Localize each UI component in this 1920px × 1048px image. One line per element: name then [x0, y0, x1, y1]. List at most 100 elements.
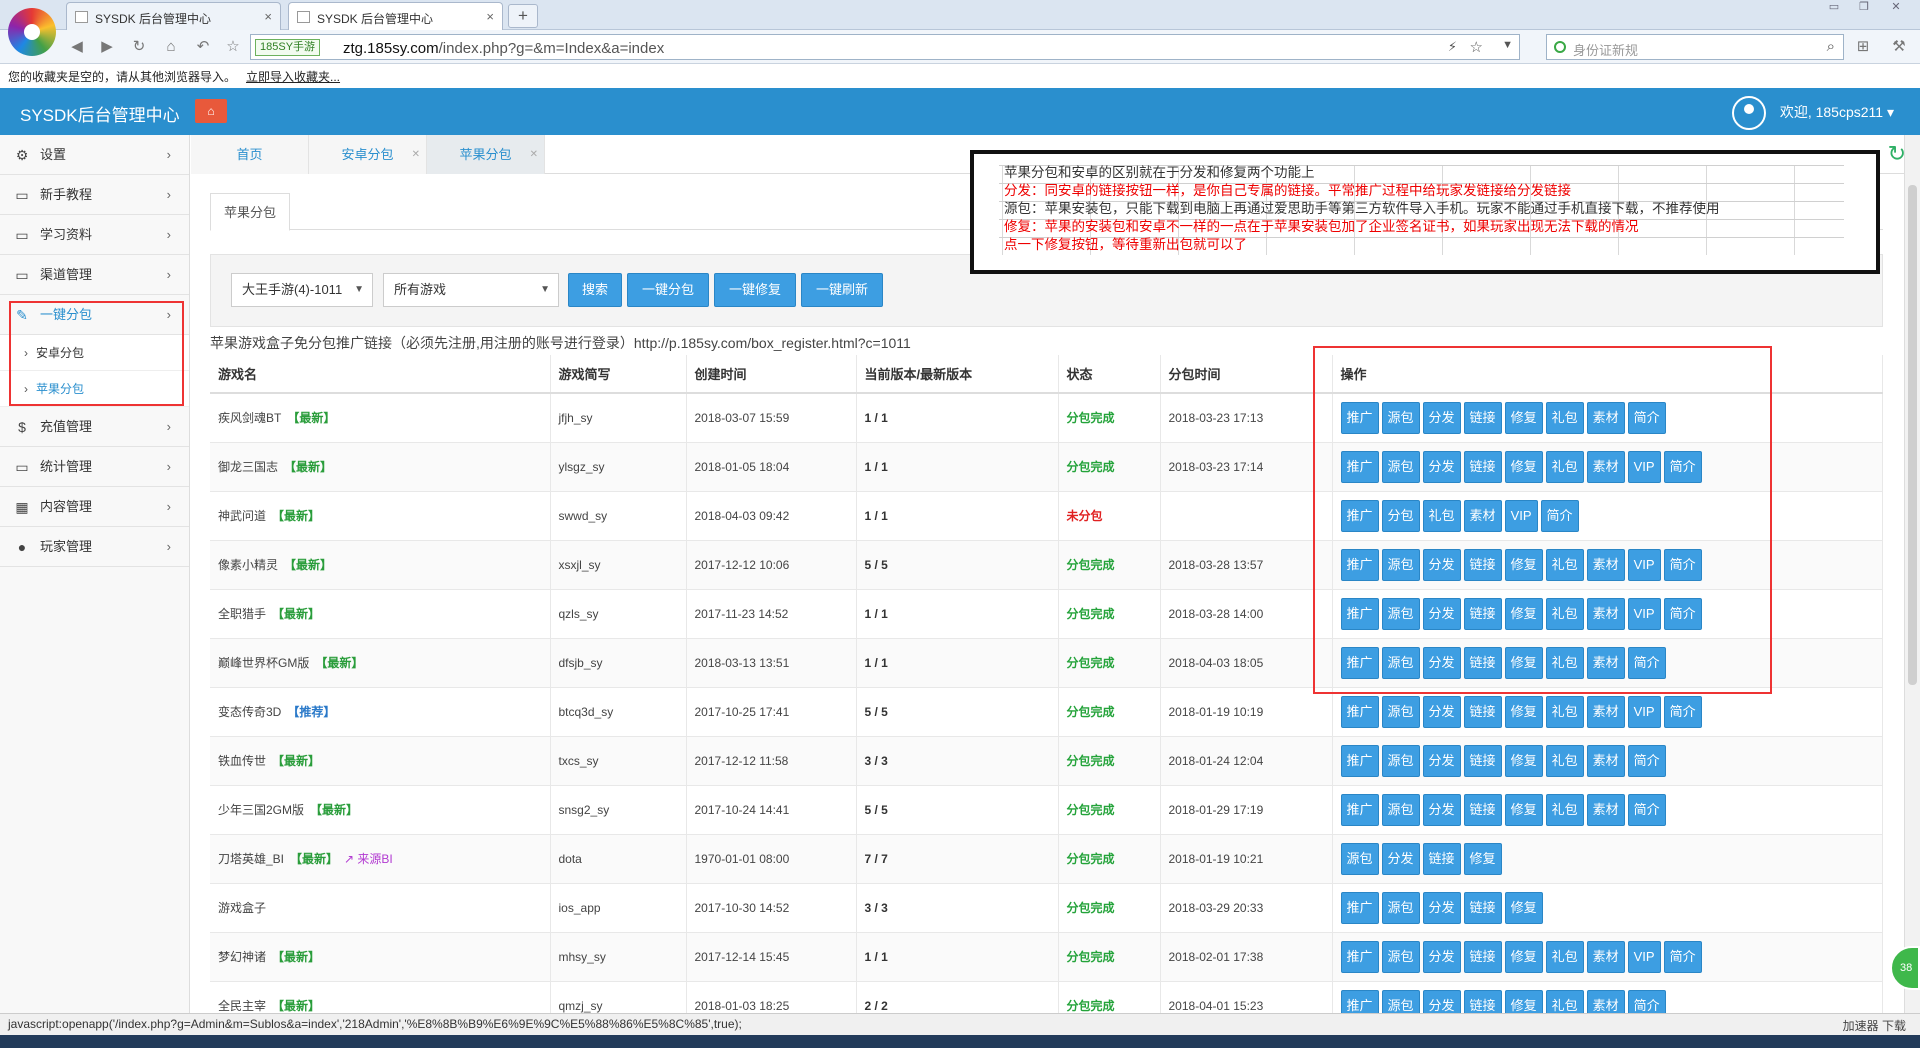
action-button[interactable]: 源包 — [1381, 891, 1420, 924]
apps-grid-icon[interactable]: ⊞ — [1852, 37, 1874, 57]
action-button[interactable]: 源包 — [1381, 940, 1420, 973]
action-button[interactable]: 素材 — [1586, 401, 1625, 434]
search-input[interactable]: 身份证新规 ⌕ — [1546, 34, 1844, 60]
action-button[interactable]: 源包 — [1381, 401, 1420, 434]
action-button[interactable]: 链接 — [1463, 450, 1502, 483]
action-button[interactable]: 素材 — [1586, 744, 1625, 777]
sidebar-subitem-android[interactable]: 安卓分包 — [0, 335, 189, 371]
action-button[interactable]: 素材 — [1463, 499, 1502, 532]
action-button[interactable]: 素材 — [1586, 695, 1625, 728]
close-icon[interactable]: ✕ — [530, 135, 538, 174]
action-button[interactable]: 素材 — [1586, 940, 1625, 973]
sidebar-subitem-apple[interactable]: 苹果分包 — [0, 371, 189, 407]
action-button[interactable]: 礼包 — [1545, 695, 1584, 728]
action-button[interactable]: 推广 — [1340, 597, 1379, 630]
sidebar-item-statistics[interactable]: ▭ 统计管理 › — [0, 447, 189, 487]
action-button[interactable]: 简介 — [1627, 646, 1666, 679]
sidebar-item-settings[interactable]: ⚙ 设置 › — [0, 135, 189, 175]
action-button[interactable]: 推广 — [1340, 450, 1379, 483]
game-name[interactable]: 铁血传世 — [218, 754, 266, 768]
game-name[interactable]: 御龙三国志 — [218, 460, 278, 474]
close-icon[interactable]: × — [486, 9, 494, 24]
game-name[interactable]: 少年三国2GM版 — [218, 803, 304, 817]
action-button[interactable]: 礼包 — [1545, 548, 1584, 581]
reload-icon[interactable]: ↻ — [128, 37, 150, 57]
action-button[interactable]: 链接 — [1422, 842, 1461, 875]
action-button[interactable]: 分发 — [1381, 842, 1420, 875]
bulk-package-button[interactable]: 一键分包 — [627, 273, 709, 307]
action-button[interactable]: 素材 — [1586, 793, 1625, 826]
action-button[interactable]: 简介 — [1627, 744, 1666, 777]
source-link[interactable]: ↗ 来源BI — [344, 852, 393, 866]
url-input[interactable]: 185SY手游 ztg.185sy.com/index.php?g=&m=Ind… — [250, 34, 1520, 60]
action-button[interactable]: VIP — [1627, 548, 1661, 581]
action-button[interactable]: 分发 — [1422, 401, 1461, 434]
action-button[interactable]: VIP — [1627, 450, 1661, 483]
favorite-star-icon[interactable]: ☆ — [1470, 38, 1483, 56]
action-button[interactable]: VIP — [1504, 499, 1538, 532]
browser-tab-active[interactable]: SYSDK 后台管理中心 × — [288, 2, 503, 30]
action-button[interactable]: 链接 — [1463, 940, 1502, 973]
action-button[interactable]: 修复 — [1504, 401, 1543, 434]
action-button[interactable]: 推广 — [1340, 695, 1379, 728]
close-icon[interactable]: ✕ — [412, 135, 420, 174]
game-name[interactable]: 游戏盒子 — [218, 901, 266, 915]
import-bookmarks-link[interactable]: 立即导入收藏夹... — [246, 70, 340, 84]
action-button[interactable]: 源包 — [1381, 695, 1420, 728]
action-button[interactable]: 简介 — [1627, 793, 1666, 826]
action-button[interactable]: 修复 — [1463, 842, 1502, 875]
subtab-apple-packaging[interactable]: 苹果分包 — [210, 193, 290, 231]
tools-icon[interactable]: ⚒ — [1888, 37, 1910, 57]
action-button[interactable]: 礼包 — [1545, 793, 1584, 826]
floating-badge[interactable]: 38 — [1890, 946, 1920, 990]
action-button[interactable]: 修复 — [1504, 548, 1543, 581]
action-button[interactable]: 素材 — [1586, 450, 1625, 483]
action-button[interactable]: 分发 — [1422, 891, 1461, 924]
game-name[interactable]: 梦幻神诸 — [218, 950, 266, 964]
action-button[interactable]: 素材 — [1586, 646, 1625, 679]
close-window-icon[interactable]: ✕ — [1884, 0, 1908, 16]
home-icon[interactable]: ⌂ — [160, 37, 182, 57]
action-button[interactable]: 链接 — [1463, 548, 1502, 581]
action-button[interactable]: 礼包 — [1545, 940, 1584, 973]
action-button[interactable]: 素材 — [1586, 548, 1625, 581]
action-button[interactable]: 修复 — [1504, 940, 1543, 973]
action-button[interactable]: 链接 — [1463, 891, 1502, 924]
action-button[interactable]: 礼包 — [1545, 744, 1584, 777]
action-button[interactable]: 源包 — [1381, 744, 1420, 777]
search-button[interactable]: 搜索 — [568, 273, 622, 307]
action-button[interactable]: 推广 — [1340, 499, 1379, 532]
action-button[interactable]: 链接 — [1463, 793, 1502, 826]
action-button[interactable]: 分发 — [1422, 695, 1461, 728]
home-button[interactable]: ⌂ — [195, 99, 227, 123]
browser-tab[interactable]: SYSDK 后台管理中心 × — [66, 2, 281, 30]
action-button[interactable]: 素材 — [1586, 597, 1625, 630]
game-select[interactable]: 所有游戏 ▼ — [383, 273, 559, 307]
action-button[interactable]: 简介 — [1663, 940, 1702, 973]
action-button[interactable]: 礼包 — [1545, 597, 1584, 630]
action-button[interactable]: 礼包 — [1545, 646, 1584, 679]
sidebar-item-recharge[interactable]: $ 充值管理 › — [0, 407, 189, 447]
action-button[interactable]: 推广 — [1340, 401, 1379, 434]
game-name[interactable]: 神武问道 — [218, 509, 266, 523]
action-button[interactable]: 链接 — [1463, 646, 1502, 679]
game-name[interactable]: 刀塔英雄_BI — [218, 852, 284, 866]
minimize-icon[interactable]: ▭ — [1822, 0, 1846, 16]
scrollbar-thumb[interactable] — [1908, 185, 1917, 685]
action-button[interactable]: 修复 — [1504, 891, 1543, 924]
game-name[interactable]: 全职猎手 — [218, 607, 266, 621]
action-button[interactable]: 分发 — [1422, 940, 1461, 973]
game-name[interactable]: 疾风剑魂BT — [218, 411, 281, 425]
action-button[interactable]: 链接 — [1463, 401, 1502, 434]
user-menu[interactable]: 欢迎, 185cps211 ▾ — [1731, 96, 1894, 130]
action-button[interactable]: 链接 — [1463, 744, 1502, 777]
action-button[interactable]: 修复 — [1504, 450, 1543, 483]
sidebar-item-players[interactable]: ● 玩家管理 › — [0, 527, 189, 567]
action-button[interactable]: 源包 — [1340, 842, 1379, 875]
action-button[interactable]: 简介 — [1663, 450, 1702, 483]
action-button[interactable]: 分发 — [1422, 646, 1461, 679]
action-button[interactable]: 修复 — [1504, 646, 1543, 679]
action-button[interactable]: 修复 — [1504, 695, 1543, 728]
close-icon[interactable]: × — [264, 9, 272, 24]
sidebar-item-channels[interactable]: ▭ 渠道管理 › — [0, 255, 189, 295]
